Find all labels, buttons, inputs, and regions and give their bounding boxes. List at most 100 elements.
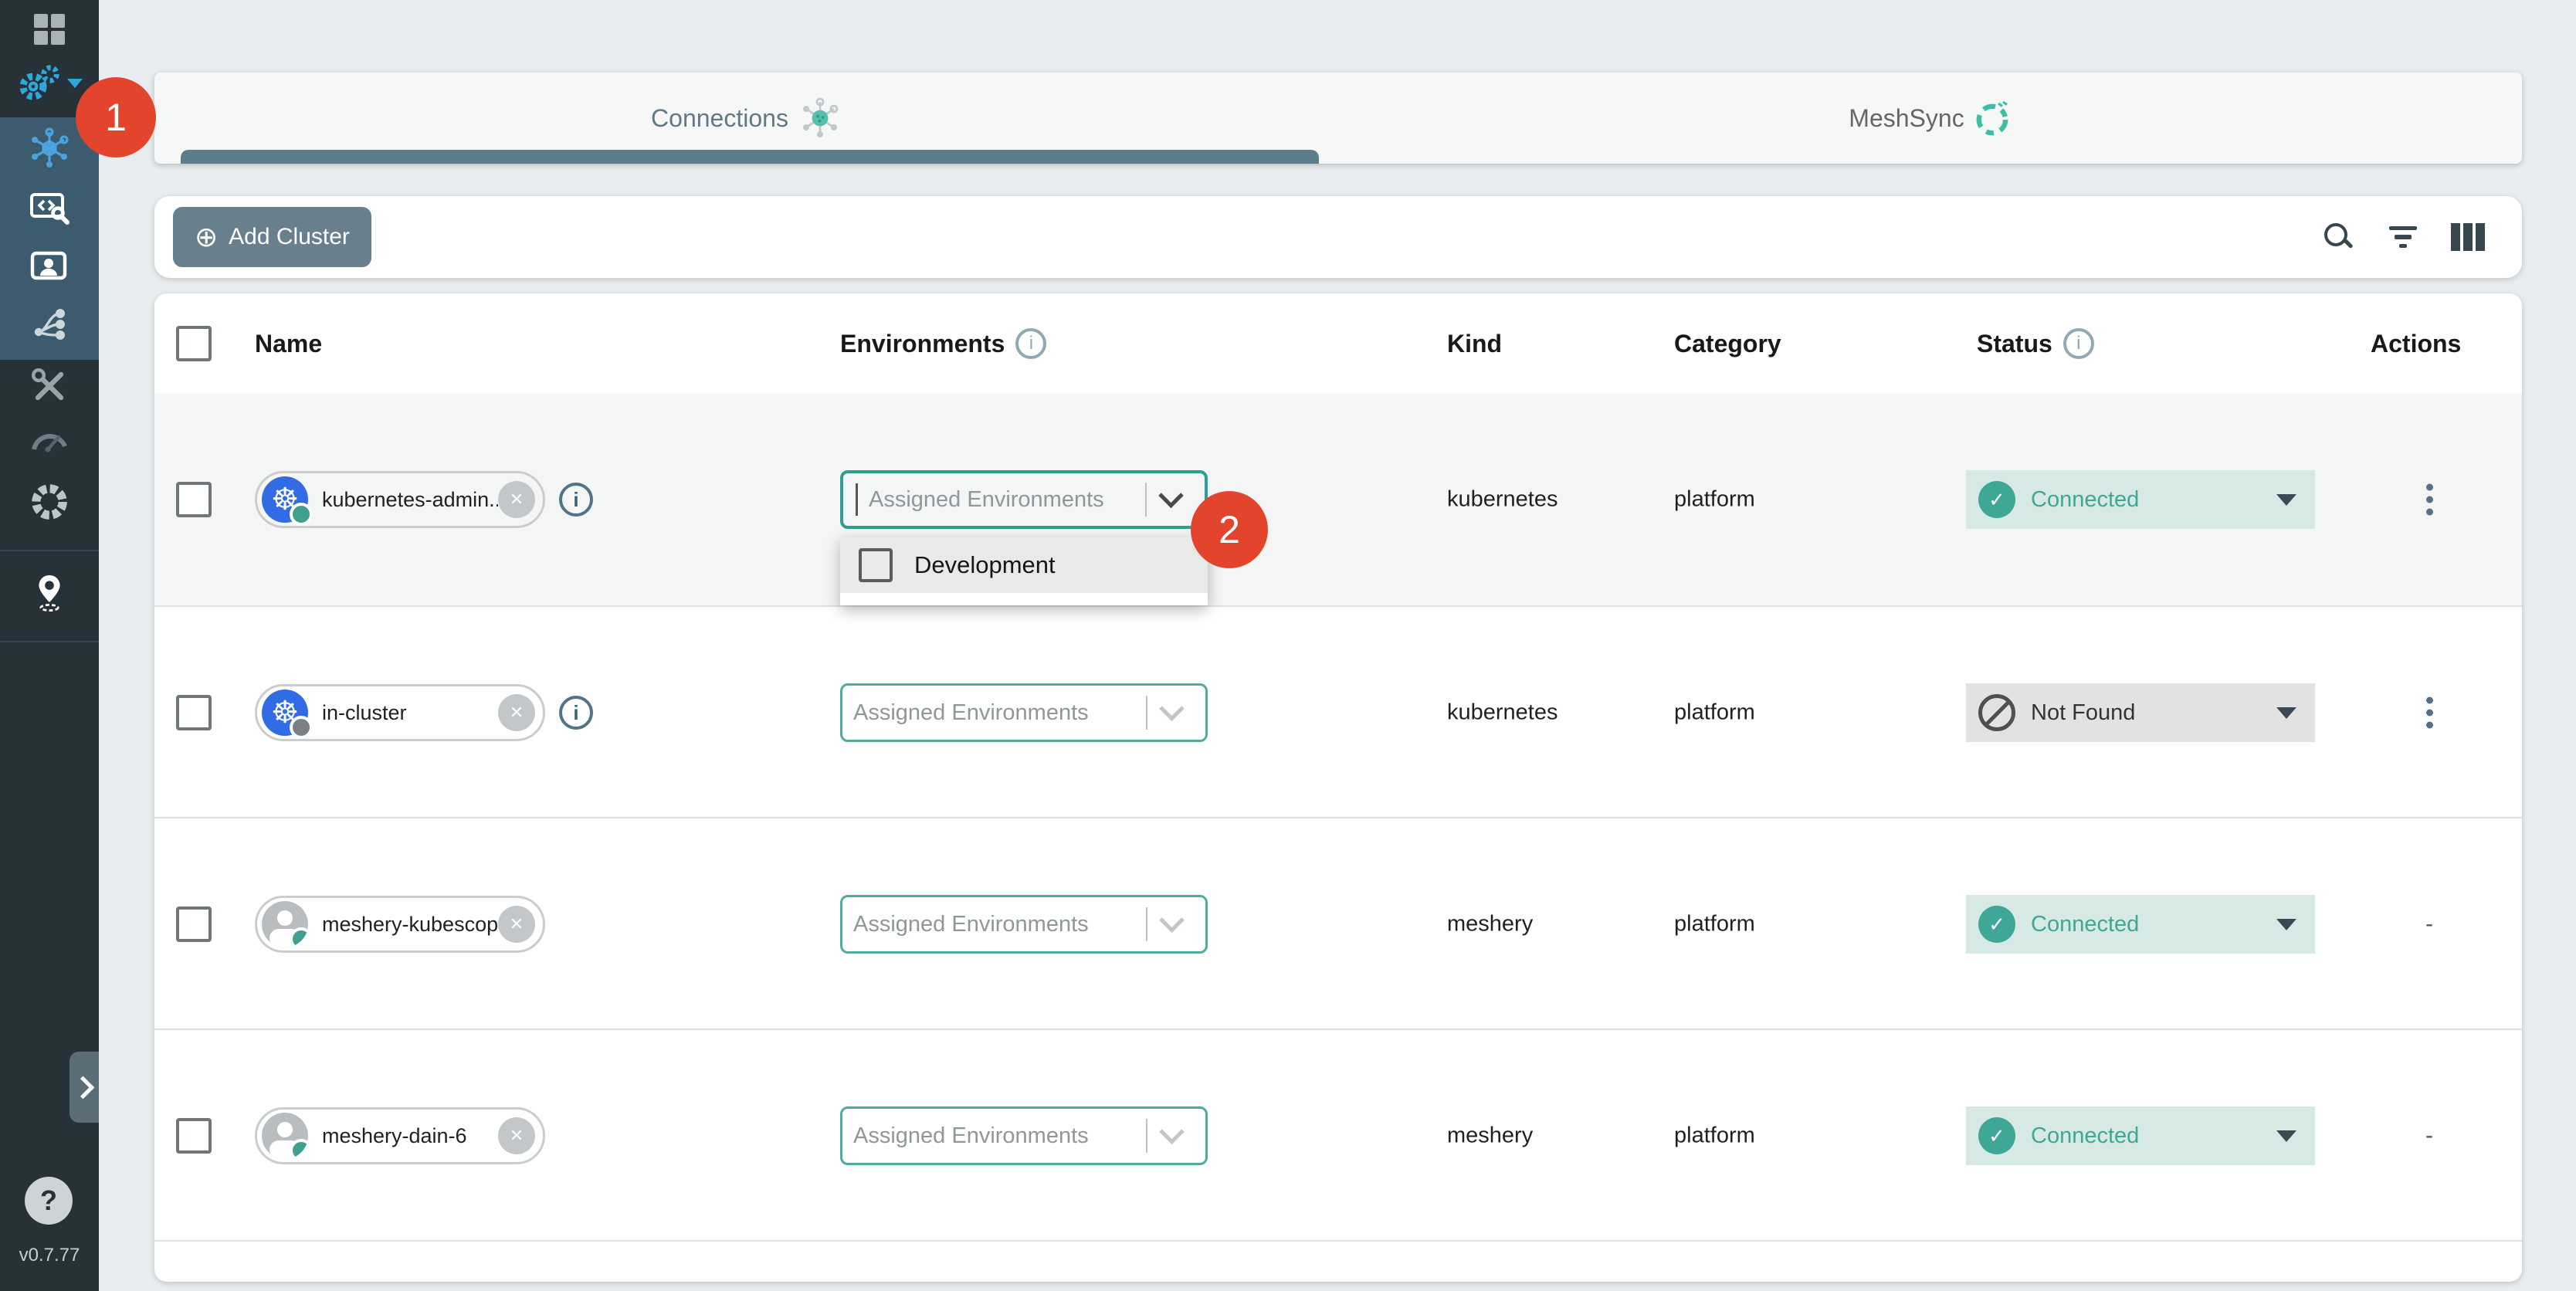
header-category[interactable]: Category xyxy=(1674,293,1781,394)
app-version: v0.7.77 xyxy=(0,1245,99,1266)
option-label: Development xyxy=(914,551,1056,579)
status-dropdown[interactable]: ✓ Connected xyxy=(1966,895,2315,954)
sidebar-expand-button[interactable] xyxy=(69,1052,99,1123)
sidebar-item-environments[interactable] xyxy=(0,300,99,349)
check-circle-icon: ✓ xyxy=(1978,481,2015,518)
sidebar-divider xyxy=(0,550,99,551)
add-cluster-button[interactable]: ⊕ Add Cluster xyxy=(173,207,371,267)
sidebar-item-get-involved[interactable] xyxy=(0,567,99,619)
row-checkbox[interactable] xyxy=(176,482,212,517)
environments-select[interactable]: Assigned Environments xyxy=(840,895,1208,954)
connection-chip[interactable]: meshery-dain-6 ✕ xyxy=(255,1107,545,1164)
filter-icon[interactable] xyxy=(2386,220,2420,254)
connection-name: meshery-kubescop... xyxy=(308,913,498,937)
connections-table: Name Environments i Kind Category Status… xyxy=(154,293,2522,1282)
sidebar-item-performance[interactable] xyxy=(0,418,99,459)
info-icon[interactable]: i xyxy=(2063,328,2094,359)
table-row: ☸ kubernetes-admin... ✕ i Assigned Envir… xyxy=(154,394,2522,605)
kind-cell: meshery xyxy=(1447,912,1533,937)
option-checkbox[interactable] xyxy=(859,548,893,582)
environments-placeholder: Assigned Environments xyxy=(842,912,1146,937)
chevron-down-icon xyxy=(67,79,83,88)
sidebar-item-adapters[interactable] xyxy=(0,184,99,233)
row-checkbox[interactable] xyxy=(176,695,212,730)
environments-menu: Development xyxy=(840,537,1208,605)
environments-select[interactable]: Assigned Environments xyxy=(840,1106,1208,1165)
table-header-row: Name Environments i Kind Category Status… xyxy=(154,293,2522,396)
info-icon[interactable]: i xyxy=(559,696,593,730)
speedometer-icon xyxy=(29,425,69,452)
connections-mesh-icon xyxy=(799,97,841,139)
status-dot xyxy=(290,503,313,526)
question-mark-icon: ? xyxy=(40,1184,57,1217)
connection-chip[interactable]: meshery-kubescop... ✕ xyxy=(255,896,545,953)
chevron-down-icon[interactable] xyxy=(1159,907,1185,933)
info-icon[interactable]: i xyxy=(1015,328,1046,359)
status-label: Not Found xyxy=(2015,700,2276,726)
remove-connection-icon[interactable]: ✕ xyxy=(498,481,535,518)
environments-menu-option[interactable]: Development xyxy=(840,537,1208,593)
table-row: meshery-kubescop... ✕ Assigned Environme… xyxy=(154,817,2522,1030)
category-cell: platform xyxy=(1674,487,1755,513)
status-dropdown[interactable]: Not Found xyxy=(1966,683,2315,742)
environments-select[interactable]: Assigned Environments xyxy=(840,683,1208,742)
caret-down-icon xyxy=(2276,707,2296,719)
header-kind[interactable]: Kind xyxy=(1447,293,1502,394)
sidebar-item-dashboard[interactable] xyxy=(0,9,99,49)
search-icon[interactable] xyxy=(2321,220,2355,254)
view-columns-icon[interactable] xyxy=(2451,223,2485,251)
not-found-icon xyxy=(1978,694,2015,731)
category-cell: platform xyxy=(1674,700,1755,726)
environments-select[interactable]: Assigned Environments xyxy=(840,470,1208,529)
tab-connections-label: Connections xyxy=(651,104,788,133)
header-status[interactable]: Status i xyxy=(1977,293,2094,394)
kind-cell: kubernetes xyxy=(1447,487,1558,513)
info-icon[interactable]: i xyxy=(559,483,593,517)
chevron-down-icon[interactable] xyxy=(1159,1119,1185,1144)
select-all-checkbox[interactable] xyxy=(176,326,212,361)
chevron-down-icon[interactable] xyxy=(1159,696,1185,721)
extensions-ring-icon xyxy=(28,480,71,524)
environments-placeholder: Assigned Environments xyxy=(842,700,1146,726)
status-dot xyxy=(290,716,313,739)
header-name[interactable]: Name xyxy=(255,293,322,394)
tabs-bar: Connections MeshSync xyxy=(154,73,2522,164)
tab-meshsync[interactable]: MeshSync xyxy=(1339,73,2522,164)
category-cell: platform xyxy=(1674,1123,1755,1149)
screen-user-icon xyxy=(29,249,70,286)
help-button[interactable]: ? xyxy=(25,1177,73,1225)
caret-down-icon xyxy=(2276,494,2296,506)
header-environments[interactable]: Environments i xyxy=(840,293,1046,394)
sidebar: ? v0.7.77 xyxy=(0,0,99,1291)
remove-connection-icon[interactable]: ✕ xyxy=(498,694,535,731)
kind-cell: kubernetes xyxy=(1447,700,1558,726)
sidebar-item-workspaces[interactable] xyxy=(0,242,99,292)
sidebar-divider xyxy=(0,641,99,642)
connection-chip[interactable]: ☸ kubernetes-admin... ✕ xyxy=(255,471,545,528)
sidebar-item-configuration[interactable] xyxy=(0,363,99,409)
gears-lifecycle-icon xyxy=(16,63,63,103)
status-dot xyxy=(290,1139,308,1159)
kubernetes-icon: ☸ xyxy=(262,476,308,523)
user-avatar-icon xyxy=(262,901,308,947)
meshsync-spinner-icon xyxy=(1975,98,2012,138)
check-circle-icon: ✓ xyxy=(1978,906,2015,943)
annotation-step-1: 1 xyxy=(76,77,156,158)
connection-chip[interactable]: ☸ in-cluster ✕ xyxy=(255,684,545,741)
row-actions-menu-icon[interactable] xyxy=(2412,484,2446,516)
row-checkbox[interactable] xyxy=(176,906,212,942)
no-actions-placeholder: - xyxy=(2412,911,2446,937)
remove-connection-icon[interactable]: ✕ xyxy=(498,906,535,943)
remove-connection-icon[interactable]: ✕ xyxy=(498,1117,535,1154)
location-pin-icon xyxy=(29,571,69,615)
sidebar-item-extensions[interactable] xyxy=(0,477,99,527)
chevron-down-icon[interactable] xyxy=(1158,483,1184,508)
status-dropdown[interactable]: ✓ Connected xyxy=(1966,1106,2315,1165)
row-actions-menu-icon[interactable] xyxy=(2412,697,2446,729)
user-avatar-icon xyxy=(262,1113,308,1159)
kubernetes-icon: ☸ xyxy=(262,690,308,736)
table-row: meshery-dain-6 ✕ Assigned Environments m… xyxy=(154,1028,2522,1242)
status-dropdown[interactable]: ✓ Connected xyxy=(1966,470,2315,529)
row-checkbox[interactable] xyxy=(176,1118,212,1154)
environments-placeholder: Assigned Environments xyxy=(858,487,1145,513)
